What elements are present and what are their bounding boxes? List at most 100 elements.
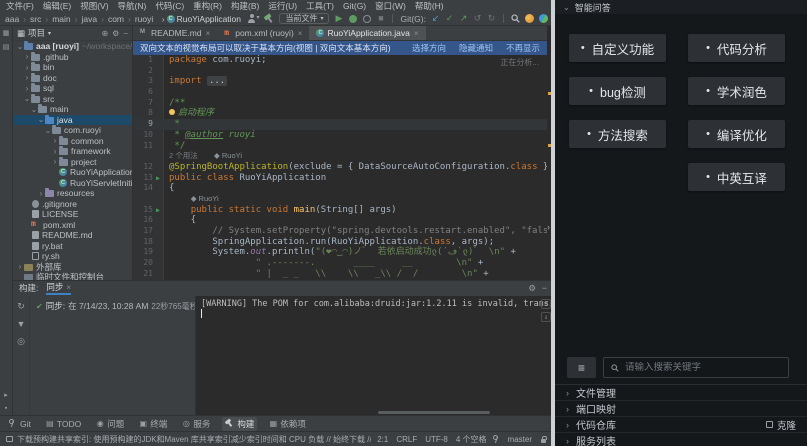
banner-link[interactable]: 隐藏通知 bbox=[459, 42, 493, 54]
tree-item[interactable]: ›.github bbox=[13, 52, 132, 63]
ai-feature-button[interactable]: • 学术润色 bbox=[688, 77, 785, 105]
tree-item[interactable]: README.md bbox=[13, 230, 132, 241]
editor-tab[interactable]: RuoYiApplication.java × bbox=[309, 26, 425, 40]
breadcrumb-item[interactable]: ›ruoyi bbox=[126, 14, 153, 24]
menu-item[interactable]: 工具(T) bbox=[306, 0, 334, 12]
tool-window-button[interactable]: ◉ 问题 bbox=[93, 417, 127, 431]
twisty-collapsed-icon[interactable]: › bbox=[37, 189, 45, 198]
tool-window-button[interactable]: ▦ 依赖项 bbox=[266, 417, 309, 431]
status-widget[interactable]: 4 个空格 bbox=[456, 434, 487, 445]
tree-item[interactable]: LICENSE bbox=[13, 209, 132, 220]
menu-item[interactable]: 导航(N) bbox=[118, 0, 147, 12]
banner-link[interactable]: 选择方向 bbox=[412, 42, 446, 54]
status-widget[interactable]: CRLF bbox=[396, 435, 417, 444]
tree-item[interactable]: 临时文件和控制台 bbox=[13, 272, 132, 280]
profile-menu-button[interactable]: ▾ bbox=[247, 13, 259, 24]
twisty-expanded-icon[interactable]: ⌄ bbox=[44, 126, 52, 135]
breadcrumb-item[interactable]: ›java bbox=[73, 14, 97, 24]
git-commit-button[interactable]: ✓ bbox=[445, 13, 454, 24]
menu-item[interactable]: 视图(V) bbox=[80, 0, 108, 12]
sync-tab[interactable]: 同步× bbox=[46, 281, 71, 295]
tree-item[interactable]: RuoYiApplication bbox=[13, 167, 132, 178]
project-panel-title[interactable]: 项目 bbox=[28, 27, 45, 39]
gear-icon[interactable]: ⚙ bbox=[112, 29, 119, 38]
run-configuration-select[interactable]: 当前文件▾ bbox=[279, 13, 329, 24]
banner-link[interactable]: 不再显示 bbox=[506, 42, 540, 54]
structure-stripe-icon[interactable]: ▤ bbox=[3, 43, 10, 51]
tree-item[interactable]: ⌄com.ruoyi bbox=[13, 125, 132, 136]
stop-button[interactable]: ■ bbox=[376, 13, 385, 24]
git-update-button[interactable]: ↙ bbox=[431, 13, 440, 24]
close-icon[interactable]: × bbox=[206, 29, 211, 38]
menu-item[interactable]: Git(G) bbox=[343, 1, 366, 11]
status-message[interactable]: 下载预构建共享索引: 使用预构建的JDK和Maven 库共享索引减少索引时间和 … bbox=[17, 434, 371, 445]
tree-item[interactable]: ⌄src bbox=[13, 94, 132, 105]
stripe-bottom-icon[interactable]: ▸ bbox=[4, 391, 8, 399]
collapsible-section[interactable]: › 端口映射 bbox=[555, 401, 807, 417]
rollback-button[interactable]: ↻ bbox=[487, 13, 496, 24]
twisty-collapsed-icon[interactable]: › bbox=[51, 157, 59, 166]
tree-item[interactable]: ⌄java bbox=[13, 115, 132, 126]
menu-item[interactable]: 代码(C) bbox=[155, 0, 184, 12]
tool-window-button[interactable]: Git bbox=[6, 418, 34, 430]
scroll-to-end-icon[interactable]: ↓ bbox=[541, 312, 551, 322]
ai-feature-button[interactable]: • bug检测 bbox=[569, 77, 666, 105]
tool-window-button[interactable]: ▣ 终端 bbox=[136, 417, 170, 431]
tree-item[interactable]: ›framework bbox=[13, 146, 132, 157]
menu-item[interactable]: 构建(B) bbox=[231, 0, 259, 12]
tree-item[interactable]: ›common bbox=[13, 136, 132, 147]
search-input[interactable] bbox=[625, 362, 781, 373]
lock-icon[interactable] bbox=[540, 436, 547, 443]
notifications-icon[interactable] bbox=[525, 14, 534, 23]
build-project-button[interactable] bbox=[264, 13, 274, 24]
tree-item[interactable]: ›sql bbox=[13, 83, 132, 94]
breadcrumb-current[interactable]: › RuoYiApplication bbox=[162, 14, 241, 24]
console-scrollbar[interactable] bbox=[378, 411, 490, 414]
tree-item[interactable]: ›bin bbox=[13, 62, 132, 73]
twisty-expanded-icon[interactable]: ⌄ bbox=[30, 105, 38, 114]
tool-window-button[interactable]: 构建 bbox=[222, 417, 257, 431]
sync-result-tree[interactable]: ✔ 同步: 在 7/14/23, 10:28 AM 22秒765毫秒 bbox=[30, 296, 195, 415]
git-branch-widget[interactable]: master bbox=[508, 435, 532, 444]
ai-feature-button[interactable]: • 方法搜索 bbox=[569, 120, 666, 148]
menu-button[interactable]: ≡ bbox=[567, 357, 596, 378]
history-button[interactable]: ↺ bbox=[473, 13, 482, 24]
ai-feature-button[interactable]: • 自定义功能 bbox=[569, 34, 666, 62]
twisty-expanded-icon[interactable]: ⌄ bbox=[16, 42, 24, 51]
build-console[interactable]: [WARNING] The POM for com.alibaba:druid:… bbox=[195, 296, 553, 415]
twisty-collapsed-icon[interactable]: › bbox=[51, 147, 59, 156]
twisty-expanded-icon[interactable]: ⌄ bbox=[37, 115, 45, 124]
menu-item[interactable]: 重构(R) bbox=[193, 0, 222, 12]
tree-item[interactable]: ⌄aaa [ruoyi]~/workspace/aaa bbox=[13, 41, 132, 52]
close-icon[interactable]: × bbox=[66, 283, 71, 292]
run-gutter-icon[interactable]: ▶ bbox=[156, 173, 164, 184]
project-stripe-icon[interactable]: ▦ bbox=[3, 29, 10, 37]
debug-button[interactable] bbox=[348, 13, 357, 24]
tree-item[interactable]: .gitignore bbox=[13, 199, 132, 210]
pin-icon[interactable]: ◎ bbox=[17, 336, 25, 347]
collapsible-section[interactable]: › 服务列表 bbox=[555, 433, 807, 446]
gear-icon[interactable]: ⚙ bbox=[528, 283, 536, 294]
ai-feature-button[interactable]: • 代码分析 bbox=[688, 34, 785, 62]
editor-tab[interactable]: pom.xml (ruoyi) × bbox=[217, 26, 309, 40]
tool-window-button[interactable]: ▤ TODO bbox=[43, 418, 84, 430]
tree-item[interactable]: pom.xml bbox=[13, 220, 132, 231]
filter-icon[interactable]: ▼ bbox=[17, 319, 26, 329]
run-button[interactable]: ▶ bbox=[334, 13, 343, 24]
twisty-expanded-icon[interactable]: ⌄ bbox=[23, 94, 31, 103]
intention-bulb-icon[interactable] bbox=[169, 109, 175, 115]
clone-button[interactable]: 克隆 bbox=[766, 418, 796, 432]
close-icon[interactable]: × bbox=[414, 29, 419, 38]
status-widget[interactable]: UTF-8 bbox=[425, 435, 448, 444]
search-everywhere-button[interactable] bbox=[511, 13, 520, 24]
soft-wrap-icon[interactable]: ≡ bbox=[541, 299, 551, 309]
tree-item[interactable]: ry.sh bbox=[13, 251, 132, 262]
collapsible-section[interactable]: › 代码仓库 克隆 bbox=[555, 417, 807, 433]
hide-panel-icon[interactable]: − bbox=[542, 283, 547, 294]
twisty-collapsed-icon[interactable]: › bbox=[51, 136, 59, 145]
editor-tab[interactable]: README.md × bbox=[133, 26, 217, 40]
tree-item[interactable]: ›外部库 bbox=[13, 262, 132, 273]
tree-item[interactable]: ⌄main bbox=[13, 104, 132, 115]
git-menu-label[interactable]: Git(G): bbox=[400, 14, 426, 24]
tree-item[interactable]: ›doc bbox=[13, 73, 132, 84]
